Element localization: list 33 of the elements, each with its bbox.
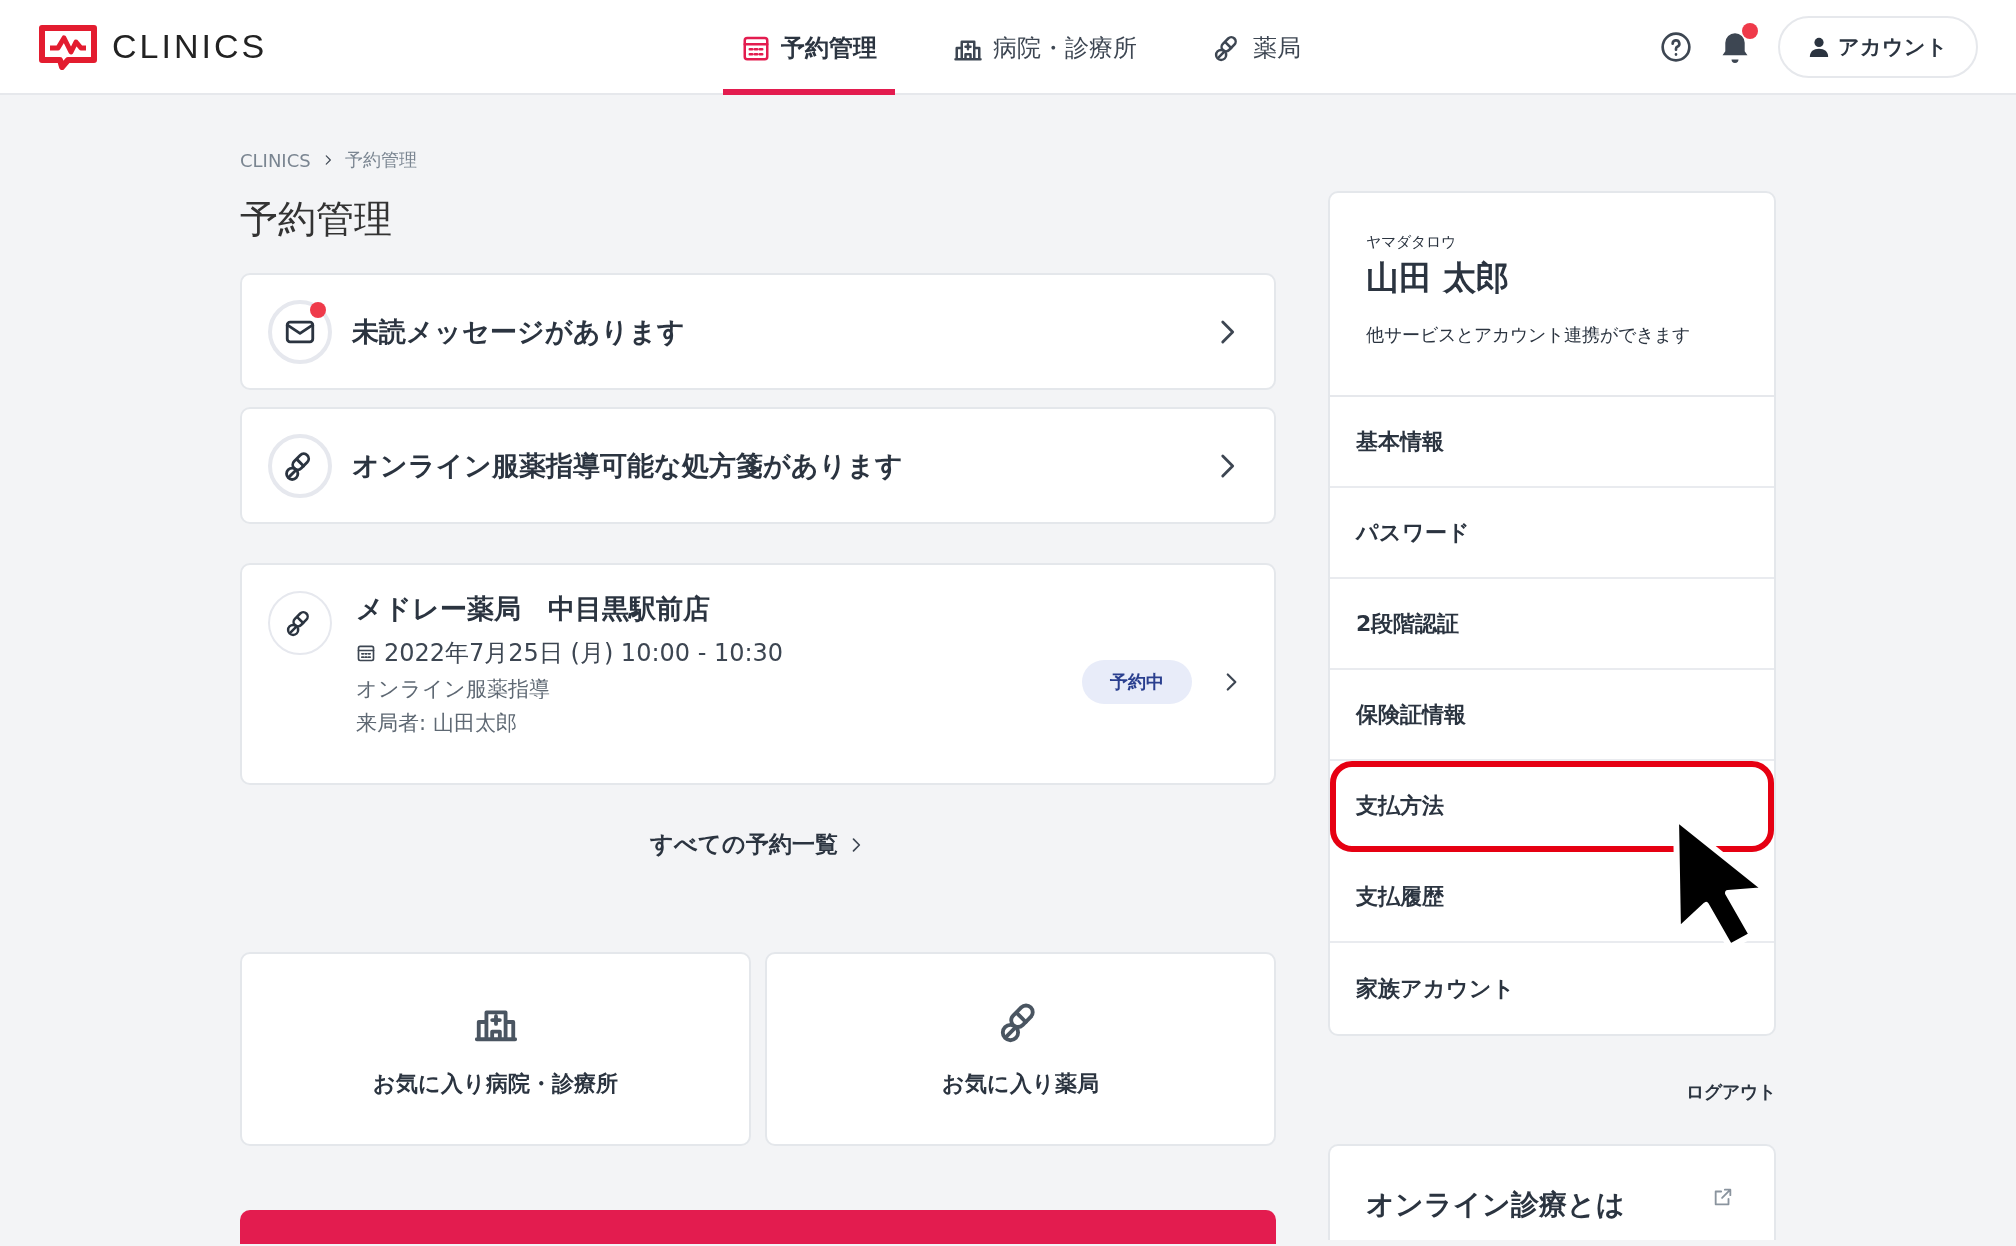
- pharmacy-name: メドレー薬局 中目黒駅前店: [356, 592, 711, 626]
- page-title: 予約管理: [240, 196, 393, 243]
- appointment-card[interactable]: メドレー薬局 中目黒駅前店 2022年7月25日 (月) 10:00 - 10:30 オンライン服薬指導 来局者: 山田太郎 予約中: [240, 563, 1276, 785]
- account-link-note: 他サービスとアカウント連携ができます: [1366, 323, 1691, 347]
- name-kana: ヤマダタロウ: [1366, 233, 1457, 252]
- nav-tab[interactable]: 薬局: [1195, 0, 1319, 95]
- favorite-card[interactable]: お気に入り薬局: [765, 952, 1276, 1146]
- favorite-label: お気に入り薬局: [942, 1070, 1099, 1098]
- appointment-type: オンライン服薬指導: [356, 676, 551, 703]
- logo-text[interactable]: CLINICS: [112, 27, 268, 66]
- user-name: 山田 太郎: [1366, 257, 1511, 299]
- notice-card[interactable]: 未読メッセージがあります: [240, 273, 1276, 390]
- visitor-name: 来局者: 山田太郎: [356, 710, 518, 737]
- notice-text: 未読メッセージがあります: [352, 314, 686, 349]
- account-menu-item[interactable]: 支払方法: [1330, 761, 1774, 852]
- favorite-label: お気に入り病院・診療所: [373, 1070, 618, 1098]
- favorite-card[interactable]: お気に入り病院・診療所: [240, 952, 751, 1146]
- info-card[interactable]: オンライン診療とは: [1328, 1144, 1776, 1240]
- logout-link[interactable]: ログアウト: [1686, 1080, 1776, 1104]
- info-title: オンライン診療とは: [1366, 1187, 1625, 1223]
- account-menu-item[interactable]: 基本情報: [1330, 397, 1774, 488]
- account-menu-item[interactable]: 保険証情報: [1330, 670, 1774, 761]
- notice-text: オンライン服薬指導可能な処方箋があります: [352, 448, 904, 483]
- notice-card[interactable]: オンライン服薬指導可能な処方箋があります: [240, 407, 1276, 524]
- nav-tab[interactable]: 予約管理: [723, 0, 895, 95]
- status-badge: 予約中: [1082, 660, 1192, 704]
- all-appointments-link[interactable]: すべての予約一覧: [650, 829, 866, 860]
- appointment-datetime: 2022年7月25日 (月) 10:00 - 10:30: [384, 638, 784, 669]
- account-menu-item[interactable]: パスワード: [1330, 488, 1774, 579]
- account-menu-item[interactable]: 2段階認証: [1330, 579, 1774, 670]
- account-menu-item[interactable]: 家族アカウント: [1330, 943, 1774, 1034]
- account-button[interactable]: アカウント: [1778, 15, 1978, 78]
- nav-tab[interactable]: 病院・診療所: [935, 0, 1155, 95]
